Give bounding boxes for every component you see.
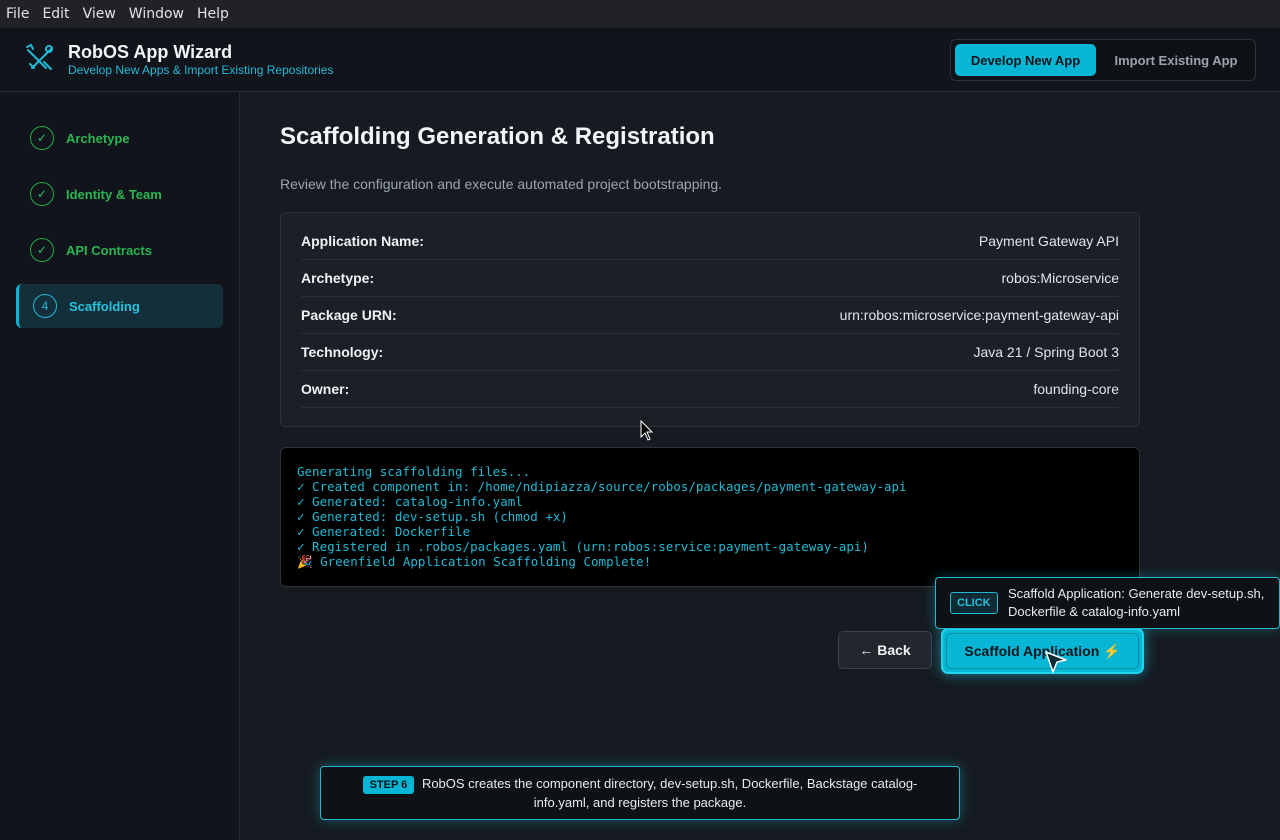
page-title: Scaffolding Generation & Registration xyxy=(280,123,715,150)
app-subtitle: Develop New Apps & Import Existing Repos… xyxy=(68,63,334,77)
check-icon: ✓ xyxy=(30,182,54,206)
mouse-pointer-icon xyxy=(640,420,654,441)
menu-window[interactable]: Window xyxy=(129,6,184,22)
caption-text: RobOS creates the component directory, d… xyxy=(421,776,918,810)
summary-row: Technology: Java 21 / Spring Boot 3 xyxy=(301,334,1119,371)
terminal-line: ✓ Generated: Dockerfile xyxy=(297,524,471,539)
app-title: RobOS App Wizard xyxy=(68,42,233,62)
terminal-line: 🎉 Greenfield Application Scaffolding Com… xyxy=(297,554,652,569)
tools-icon xyxy=(26,43,53,70)
back-button[interactable]: ← Back xyxy=(838,631,932,669)
step-badge: STEP 6 xyxy=(362,776,415,794)
menu-view[interactable]: View xyxy=(83,6,116,22)
summary-row: Archetype: robos:Microservice xyxy=(301,260,1119,297)
step-scaffolding[interactable]: 4 Scaffolding xyxy=(16,284,223,328)
menu-edit[interactable]: Edit xyxy=(42,6,69,22)
step-archetype[interactable]: ✓ Archetype xyxy=(16,116,223,160)
terminal-line: ✓ Generated: catalog-info.yaml xyxy=(297,494,523,509)
summary-key: Archetype: xyxy=(301,270,375,286)
app-header: RobOS App Wizard Develop New Apps & Impo… xyxy=(0,28,1280,92)
summary-value: founding-core xyxy=(1033,381,1119,397)
terminal-line: Generating scaffolding files... xyxy=(297,464,531,479)
menu-help[interactable]: Help xyxy=(197,6,229,22)
develop-new-app-button[interactable]: Develop New App xyxy=(955,44,1096,76)
menu-file[interactable]: File xyxy=(6,6,29,22)
step-label: Scaffolding xyxy=(69,298,140,314)
terminal-line: ✓ Created component in: /home/ndipiazza/… xyxy=(297,479,907,494)
summary-row: Package URN: urn:robos:microservice:paym… xyxy=(301,297,1119,334)
step-label: Archetype xyxy=(66,130,130,146)
scaffold-application-button[interactable]: Scaffold Application ⚡ xyxy=(941,628,1144,674)
page-description: Review the configuration and execute aut… xyxy=(280,176,723,192)
summary-row: Application Name: Payment Gateway API xyxy=(301,223,1119,260)
summary-value: robos:Microservice xyxy=(1001,270,1119,286)
mode-switch: Develop New App Import Existing App xyxy=(950,39,1256,81)
terminal-line: ✓ Registered in .robos/packages.yaml (ur… xyxy=(297,539,869,554)
summary-value: Payment Gateway API xyxy=(978,233,1119,249)
click-badge: CLICK xyxy=(950,592,998,614)
summary-value: Java 21 / Spring Boot 3 xyxy=(973,344,1119,360)
summary-row: Owner: founding-core xyxy=(301,371,1119,408)
summary-key: Owner: xyxy=(301,381,350,397)
pointer-cursor-icon xyxy=(1045,651,1067,673)
terminal-line: ✓ Generated: dev-setup.sh (chmod +x) xyxy=(297,509,568,524)
summary-value: urn:robos:microservice:payment-gateway-a… xyxy=(839,307,1119,323)
wizard-sidebar: ✓ Archetype ✓ Identity & Team ✓ API Cont… xyxy=(0,92,240,840)
click-tooltip: CLICK Scaffold Application: Generate dev… xyxy=(935,577,1280,629)
summary-key: Application Name: xyxy=(301,233,424,249)
terminal-output: Generating scaffolding files... ✓ Create… xyxy=(280,447,1140,587)
tooltip-text: Scaffold Application: Generate dev-setup… xyxy=(1008,586,1265,619)
summary-key: Package URN: xyxy=(301,307,397,323)
check-icon: ✓ xyxy=(30,126,54,150)
step-identity-team[interactable]: ✓ Identity & Team xyxy=(16,172,223,216)
check-icon: ✓ xyxy=(30,238,54,262)
configuration-summary: Application Name: Payment Gateway API Ar… xyxy=(280,212,1140,427)
step-caption: STEP 6 RobOS creates the component direc… xyxy=(320,766,960,820)
step-label: API Contracts xyxy=(66,242,152,258)
import-existing-app-button[interactable]: Import Existing App xyxy=(1101,44,1251,76)
step-number: 4 xyxy=(33,294,57,318)
step-api-contracts[interactable]: ✓ API Contracts xyxy=(16,228,223,272)
step-label: Identity & Team xyxy=(66,186,162,202)
scaffold-application-label: Scaffold Application ⚡ xyxy=(946,633,1139,669)
summary-key: Technology: xyxy=(301,344,384,360)
menu-bar: File Edit View Window Help xyxy=(0,0,1280,28)
